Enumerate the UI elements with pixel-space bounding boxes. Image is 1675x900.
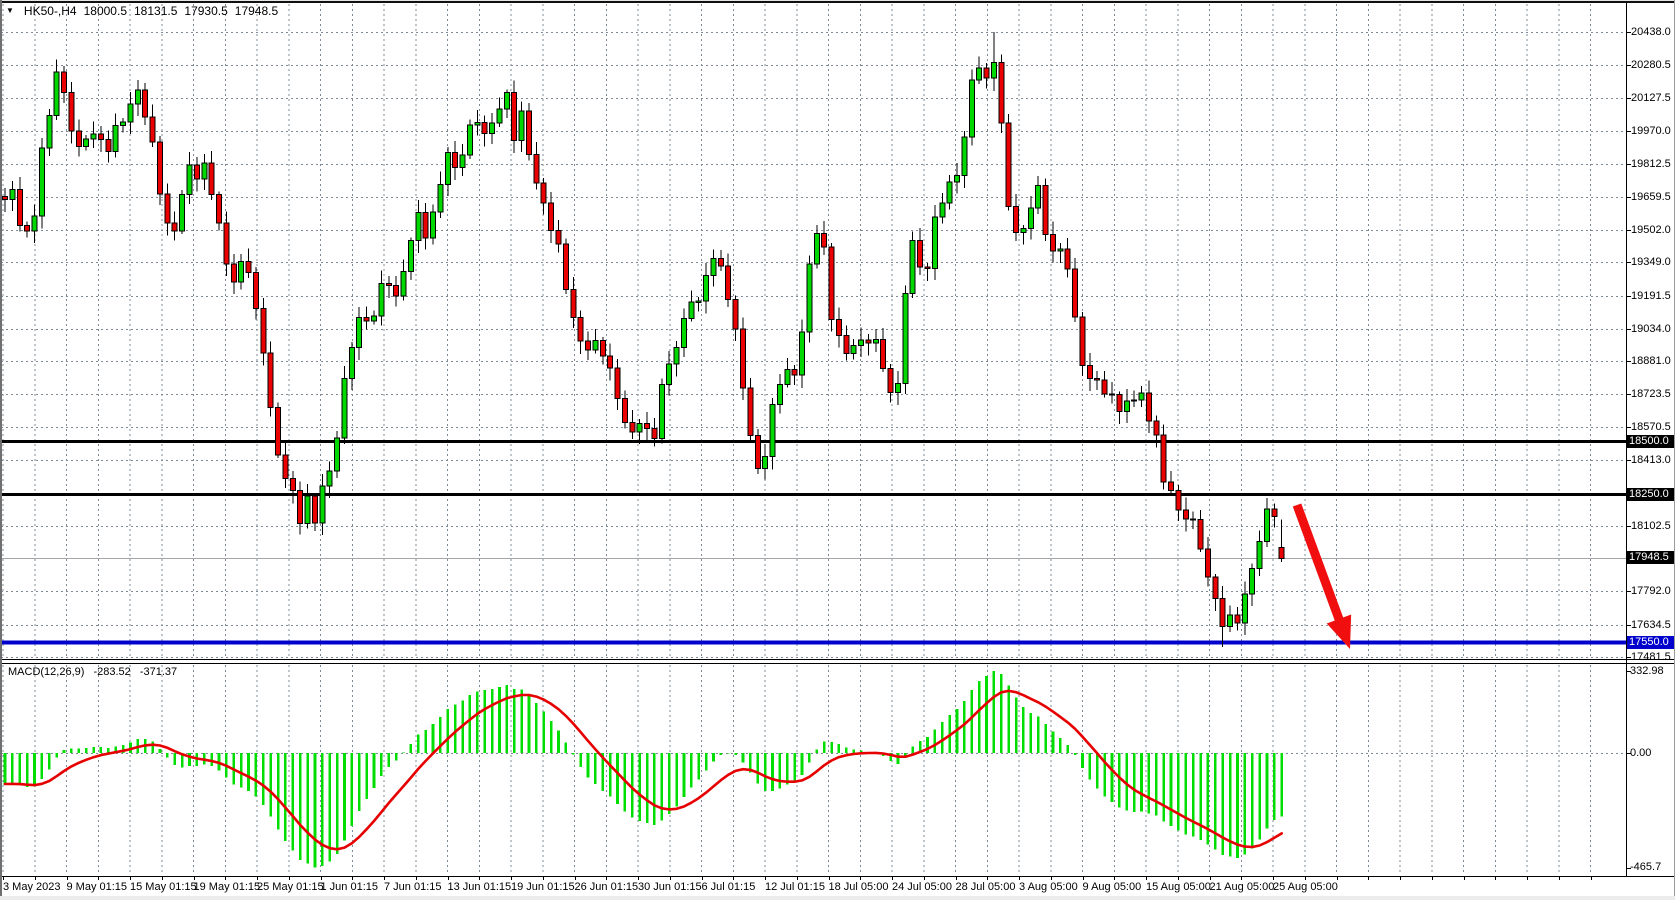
macd-histogram (5, 671, 1282, 867)
macd-scale-min: -465.7 (1630, 861, 1661, 874)
time-axis-label: 7 Jun 01:15 (384, 881, 442, 894)
triangle-down-icon[interactable]: ▼ (6, 6, 14, 15)
macd-caption: MACD(12,26,9) -283.52 -371.37 (8, 666, 183, 678)
macd-main-value: -283.52 (93, 666, 130, 678)
time-axis-label: 19 Jun 01:15 (511, 881, 575, 894)
price-tick-label: 18881.0 (1631, 355, 1671, 368)
price-tick-label: 19502.0 (1631, 224, 1671, 237)
time-axis-label: 19 May 01:15 (194, 881, 261, 894)
price-tick-label: 18102.5 (1631, 520, 1671, 533)
price-tick-label: 20438.0 (1631, 26, 1671, 39)
time-axis-label: 21 Aug 05:00 (1210, 881, 1275, 894)
price-tick-label: 19659.5 (1631, 191, 1671, 204)
time-axis-label: 1 Jun 01:15 (321, 881, 379, 894)
price-tick-label: 19349.0 (1631, 256, 1671, 269)
window-left-border (0, 0, 2, 900)
price-tick-label: 20280.5 (1631, 59, 1671, 72)
price-tick-label: 19034.0 (1631, 323, 1671, 336)
window-top-border (0, 1, 1675, 3)
chart-window: ▼ HK50-,H4 18000.5 18131.5 17930.5 17948… (0, 0, 1675, 900)
price-tick-label: 17792.0 (1631, 585, 1671, 598)
macd-name-label: MACD(12,26,9) (8, 666, 84, 678)
time-axis-label: 25 May 01:15 (257, 881, 324, 894)
symbol-period-label: HK50-,H4 (24, 4, 77, 18)
time-axis-label: 15 Aug 05:00 (1146, 881, 1211, 894)
price-tick-label: 17481.5 (1631, 651, 1671, 664)
time-axis-label: 30 Jun 01:15 (638, 881, 702, 894)
time-axis-label: 18 Jul 05:00 (829, 881, 889, 894)
price-tick-label: 20127.5 (1631, 92, 1671, 105)
time-axis-label: 28 Jul 05:00 (956, 881, 1016, 894)
time-axis-label: 15 May 01:15 (130, 881, 197, 894)
current-price-label: 17948.5 (1627, 551, 1674, 564)
time-axis-label: 25 Aug 05:00 (1273, 881, 1338, 894)
window-bottom-strip (0, 896, 1675, 900)
time-axis-label: 26 Jun 01:15 (575, 881, 639, 894)
macd-scale-zero: 0.00 (1630, 747, 1651, 760)
time-axis-label: 6 Jul 01:15 (702, 881, 756, 894)
price-tick-label: 19191.5 (1631, 290, 1671, 303)
time-axis-label: 9 May 01:15 (67, 881, 128, 894)
hline-price-label: 18500.0 (1627, 435, 1674, 448)
candles-layer (3, 32, 1285, 647)
macd-signal-value: -371.37 (140, 666, 177, 678)
price-tick-label: 19812.5 (1631, 158, 1671, 171)
price-tick-label: 18723.5 (1631, 388, 1671, 401)
hline-price-label: 17550.0 (1627, 636, 1674, 649)
ohlc-low: 17930.5 (184, 4, 227, 18)
hline-price-label: 18250.0 (1627, 488, 1674, 501)
time-axis-label: 9 Aug 05:00 (1083, 881, 1142, 894)
time-axis-label: 12 Jul 01:15 (765, 881, 825, 894)
ohlc-open: 18000.5 (84, 4, 127, 18)
chart-canvas[interactable] (0, 0, 1675, 900)
time-axis-label: 24 Jul 05:00 (892, 881, 952, 894)
chart-header: ▼ HK50-,H4 18000.5 18131.5 17930.5 17948… (6, 4, 278, 18)
time-axis-label: 13 Jun 01:15 (448, 881, 512, 894)
price-tick-label: 19970.0 (1631, 125, 1671, 138)
time-axis-label: 3 Aug 05:00 (1019, 881, 1078, 894)
ohlc-close: 17948.5 (235, 4, 278, 18)
price-tick-label: 17634.5 (1631, 619, 1671, 632)
price-tick-label: 18570.5 (1631, 421, 1671, 434)
arrow-object-shaft[interactable] (1297, 505, 1341, 625)
ohlc-high: 18131.5 (134, 4, 177, 18)
time-axis-label: 3 May 2023 (3, 881, 60, 894)
macd-scale-max: 332.98 (1630, 665, 1664, 678)
price-tick-label: 18413.0 (1631, 454, 1671, 467)
